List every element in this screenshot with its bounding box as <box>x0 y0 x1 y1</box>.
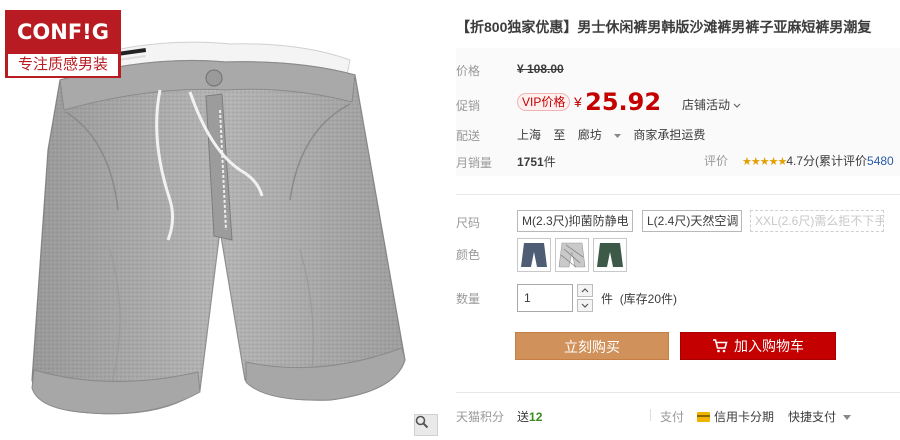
zoom-button[interactable] <box>414 414 438 436</box>
ship-destination-select[interactable]: 廊坊 <box>577 128 622 142</box>
shorts-thumbnail-icon <box>521 243 547 267</box>
cart-icon <box>713 339 728 353</box>
product-info: 【折800独家优惠】男士休闲裤男韩版沙滩裤男裤子亚麻短裤男潮复 价格 ¥ 108… <box>456 0 900 440</box>
rating-label: 评价 <box>704 154 729 168</box>
ship-destination: 廊坊 <box>577 128 602 142</box>
quick-pay-label: 快捷支付 <box>788 410 837 424</box>
ship-to-word: 至 <box>553 128 566 142</box>
add-to-cart-label: 加入购物车 <box>734 338 804 354</box>
star-rating-icon: ★★★★★ <box>742 156 787 168</box>
product-title: 【折800独家优惠】男士休闲裤男韩版沙滩裤男裤子亚麻短裤男潮复 <box>456 19 872 35</box>
section-divider <box>456 194 900 195</box>
brand-logo: CONF!G 专注质感男装 <box>5 10 121 78</box>
review-count-value: 5480 <box>867 154 894 168</box>
quantity-input[interactable] <box>517 284 573 312</box>
ship-from: 上海 <box>517 128 542 142</box>
color-swatch-navy[interactable] <box>517 238 551 272</box>
stock-count: (库存20件) <box>619 292 678 306</box>
size-option-m[interactable]: M(2.3尺)抑菌防静电 <box>517 210 633 232</box>
rating-summary: 评价 ★★★★★4.7分(累计评价5480 <box>704 152 900 169</box>
quantity-increase-button[interactable] <box>577 284 593 297</box>
points-value: 12 <box>529 410 543 424</box>
chevron-down-icon <box>733 103 741 108</box>
promo-label: 促销 <box>456 99 481 113</box>
points-info: 送12 <box>517 408 542 425</box>
section-divider <box>456 392 900 393</box>
buy-now-button[interactable]: 立刻购买 <box>515 332 669 360</box>
shipping-info: 上海 至 廊坊 商家承担运费 <box>517 126 714 143</box>
original-price: ¥ 108.00 <box>517 62 564 76</box>
size-option-xxl: XXL(2.6尺)需么拒不下手 <box>750 210 884 232</box>
rating-score: 4.7分 <box>786 154 816 168</box>
review-count-link[interactable]: (累计评价5480 <box>815 154 894 168</box>
quick-pay-dropdown[interactable]: 快捷支付 <box>788 408 851 425</box>
shorts-thumbnail-icon <box>597 243 623 267</box>
brand-name: CONF!G <box>17 20 109 44</box>
points-label: 天猫积分 <box>456 410 505 424</box>
original-price-value: ¥ 108.00 <box>517 62 564 76</box>
magnifier-icon <box>415 415 429 429</box>
review-count-prefix: (累计评价 <box>815 154 868 168</box>
vertical-divider <box>650 409 651 421</box>
shipping-note: 商家承担运费 <box>633 128 706 142</box>
shop-activity-dropdown[interactable]: 店铺活动 <box>682 96 741 113</box>
quantity-unit: 件 <box>601 292 614 306</box>
chevron-down-icon <box>581 303 589 308</box>
credit-installment-label: 信用卡分期 <box>714 410 775 424</box>
promo-price: ¥ 25.92 <box>574 88 661 116</box>
brand-slogan: 专注质感男装 <box>8 54 118 76</box>
color-swatch-green[interactable] <box>593 238 627 272</box>
shorts-thumbnail-icon <box>558 242 586 268</box>
chevron-up-icon <box>581 288 589 293</box>
caret-down-icon <box>614 134 622 138</box>
shipping-label: 配送 <box>456 129 481 143</box>
stock-info: 件 (库存20件) <box>601 290 677 307</box>
add-to-cart-button[interactable]: 加入购物车 <box>680 332 836 360</box>
credit-installment-link[interactable]: 信用卡分期 <box>697 408 774 425</box>
points-prefix: 送 <box>517 410 530 424</box>
quantity-decrease-button[interactable] <box>577 299 593 312</box>
product-gallery: CONF!G 专注质感男装 <box>0 0 440 440</box>
vip-price-tag: VIP价格 <box>517 93 571 111</box>
size-option-l[interactable]: L(2.4尺)天然空调 <box>642 210 742 232</box>
monthly-sales-count: 1751 <box>517 155 544 169</box>
size-label: 尺码 <box>456 216 481 230</box>
color-swatch-grey[interactable] <box>555 238 589 272</box>
price-label: 价格 <box>456 64 481 78</box>
currency-symbol: ¥ <box>574 94 582 110</box>
payment-label: 支付 <box>660 410 685 424</box>
caret-down-icon <box>842 415 851 420</box>
monthly-sales: 1751件 <box>517 153 556 170</box>
monthly-sales-unit: 件 <box>543 155 556 169</box>
credit-card-icon <box>697 411 710 422</box>
promo-price-value: 25.92 <box>585 88 662 116</box>
color-label: 颜色 <box>456 248 481 262</box>
shop-activity-label: 店铺活动 <box>682 98 731 112</box>
monthly-sales-label: 月销量 <box>456 156 493 170</box>
quantity-label: 数量 <box>456 292 481 306</box>
